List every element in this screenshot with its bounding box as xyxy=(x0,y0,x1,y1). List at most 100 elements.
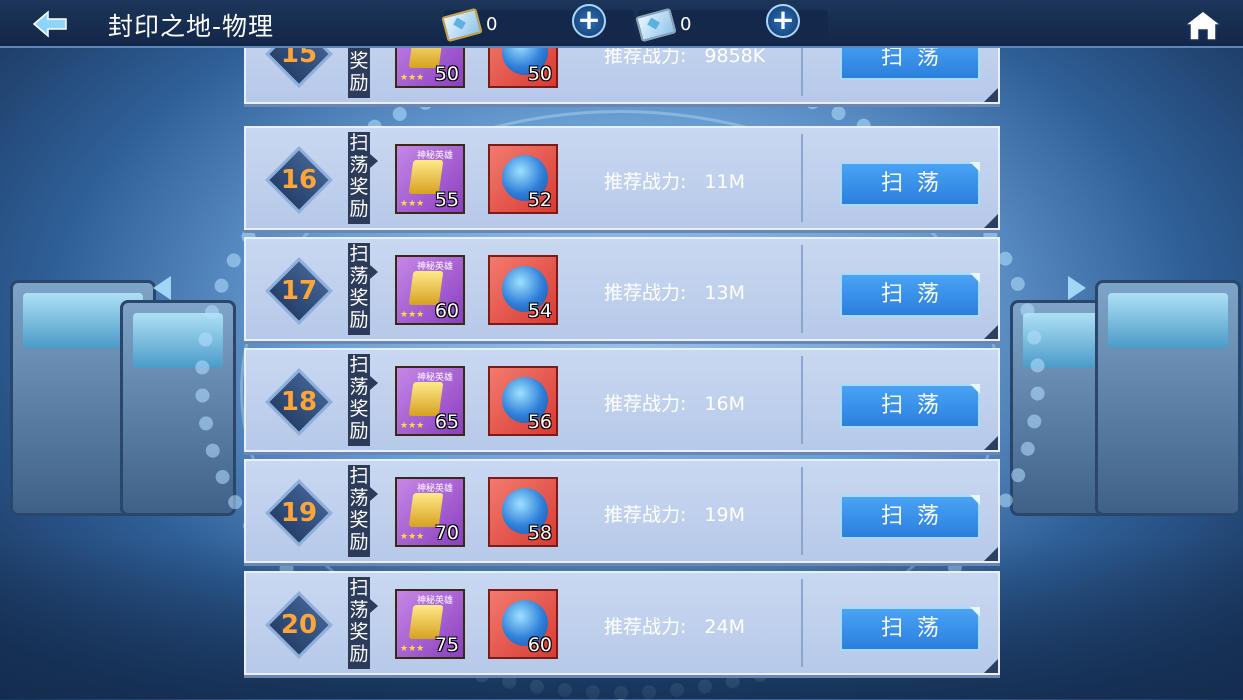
right-console xyxy=(1010,300,1126,516)
gem-reward[interactable]: 58 xyxy=(488,477,558,547)
top-bar: 封印之地-物理 0 + 0 + xyxy=(0,0,1243,48)
gem-reward-count: 52 xyxy=(527,189,552,211)
divider xyxy=(801,245,803,333)
hero-reward-count: 70 xyxy=(434,522,459,544)
back-button[interactable] xyxy=(30,8,70,40)
row-corner-decoration xyxy=(984,214,998,228)
stage-level-badge: 18 xyxy=(264,367,334,437)
sweep-button[interactable]: 扫荡 xyxy=(840,48,980,80)
power-value: 16M xyxy=(704,393,745,415)
power-value: 13M xyxy=(704,282,745,304)
divider xyxy=(801,48,803,96)
recommended-power: 推荐战力: 19M xyxy=(604,500,745,527)
power-label: 推荐战力: xyxy=(604,171,687,193)
star-rating-icon: ★★★ xyxy=(400,644,425,654)
power-value: 11M xyxy=(704,171,745,193)
silver-ticket-icon xyxy=(635,7,677,43)
power-label: 推荐战力: xyxy=(604,48,687,67)
stage-level-number: 15 xyxy=(280,48,318,69)
reward-tag: 扫荡奖励 xyxy=(348,132,378,224)
sweep-button[interactable]: 扫荡 xyxy=(840,607,980,651)
divider xyxy=(801,579,803,667)
sweep-button[interactable]: 扫荡 xyxy=(840,384,980,428)
gem-reward-count: 50 xyxy=(527,63,552,85)
gem-reward[interactable]: 54 xyxy=(488,255,558,325)
reward-tag: 扫荡奖励 xyxy=(348,354,378,446)
gem-reward[interactable]: 56 xyxy=(488,366,558,436)
hero-reward-count: 75 xyxy=(434,634,459,656)
gem-reward[interactable]: 50 xyxy=(488,48,558,88)
stage-level-badge: 15 xyxy=(264,48,334,89)
add-gold-ticket-button[interactable]: + xyxy=(572,4,606,38)
power-label: 推荐战力: xyxy=(604,282,687,304)
reward-tag: 扫荡奖励 xyxy=(348,465,378,557)
gem-reward-count: 60 xyxy=(527,634,552,656)
divider xyxy=(801,467,803,555)
hero-reward-count: 60 xyxy=(434,300,459,322)
stage-level-number: 18 xyxy=(280,387,318,417)
stage-level-badge: 20 xyxy=(264,590,334,660)
home-icon xyxy=(1182,10,1224,41)
gem-reward-count: 56 xyxy=(527,411,552,433)
left-console xyxy=(10,280,156,516)
mystery-hero-reward[interactable]: 神秘英雄 ★★★ 50 xyxy=(395,48,465,88)
stage-level-badge: 16 xyxy=(264,145,334,215)
stage-list[interactable]: 15 扫荡奖励 神秘英雄 ★★★ 50 50 推荐战力: 9858K 扫荡 16 … xyxy=(244,48,1000,678)
mystery-hero-reward[interactable]: 神秘英雄 ★★★ 70 xyxy=(395,477,465,547)
scroll-left-arrow-icon[interactable] xyxy=(153,276,171,300)
gold-ticket-count: 0 xyxy=(486,14,498,35)
add-silver-ticket-button[interactable]: + xyxy=(766,4,800,38)
stage-row: 18 扫荡奖励 神秘英雄 ★★★ 65 56 推荐战力: 16M 扫荡 xyxy=(244,348,1000,452)
back-arrow-icon xyxy=(32,10,67,38)
home-button[interactable] xyxy=(1182,8,1224,42)
recommended-power: 推荐战力: 16M xyxy=(604,389,745,416)
mystery-hero-reward[interactable]: 神秘英雄 ★★★ 65 xyxy=(395,366,465,436)
divider xyxy=(801,134,803,222)
reward-tag: 扫荡奖励 xyxy=(348,48,370,98)
sweep-button[interactable]: 扫荡 xyxy=(840,495,980,539)
row-corner-decoration xyxy=(984,436,998,450)
divider xyxy=(801,356,803,444)
stage-level-number: 16 xyxy=(280,165,318,195)
row-corner-decoration xyxy=(984,659,998,673)
hero-reward-count: 65 xyxy=(434,411,459,433)
sweep-button[interactable]: 扫荡 xyxy=(840,273,980,317)
star-rating-icon: ★★★ xyxy=(400,532,425,542)
power-label: 推荐战力: xyxy=(604,616,687,638)
recommended-power: 推荐战力: 13M xyxy=(604,278,745,305)
star-rating-icon: ★★★ xyxy=(400,199,425,209)
recommended-power: 推荐战力: 24M xyxy=(604,612,745,639)
row-corner-decoration xyxy=(984,88,998,102)
mystery-hero-reward[interactable]: 神秘英雄 ★★★ 75 xyxy=(395,589,465,659)
stage-row: 19 扫荡奖励 神秘英雄 ★★★ 70 58 推荐战力: 19M 扫荡 xyxy=(244,459,1000,563)
page-title: 封印之地-物理 xyxy=(108,12,275,41)
mystery-hero-reward[interactable]: 神秘英雄 ★★★ 55 xyxy=(395,144,465,214)
stage-level-number: 20 xyxy=(280,610,318,640)
power-value: 24M xyxy=(704,616,745,638)
silver-ticket-count: 0 xyxy=(680,14,692,35)
reward-tag: 扫荡奖励 xyxy=(348,577,378,669)
star-rating-icon: ★★★ xyxy=(400,421,425,431)
resource-silver-ticket: 0 + xyxy=(635,4,828,43)
mystery-hero-reward[interactable]: 神秘英雄 ★★★ 60 xyxy=(395,255,465,325)
left-console-2 xyxy=(120,300,236,516)
hero-reward-count: 55 xyxy=(434,189,459,211)
star-rating-icon: ★★★ xyxy=(400,73,425,83)
gem-reward[interactable]: 60 xyxy=(488,589,558,659)
row-corner-decoration xyxy=(984,325,998,339)
gem-reward[interactable]: 52 xyxy=(488,144,558,214)
stage-row: 17 扫荡奖励 神秘英雄 ★★★ 60 54 推荐战力: 13M 扫荡 xyxy=(244,237,1000,341)
power-value: 9858K xyxy=(704,48,766,67)
resource-gold-ticket: 0 + xyxy=(441,4,634,43)
stage-row: 20 扫荡奖励 神秘英雄 ★★★ 75 60 推荐战力: 24M 扫荡 xyxy=(244,571,1000,675)
hero-reward-count: 50 xyxy=(434,63,459,85)
stage-level-number: 19 xyxy=(280,498,318,528)
reward-tag: 扫荡奖励 xyxy=(348,243,378,335)
gem-reward-count: 54 xyxy=(527,300,552,322)
recommended-power: 推荐战力: 11M xyxy=(604,167,745,194)
scroll-right-arrow-icon[interactable] xyxy=(1068,276,1086,300)
sweep-button[interactable]: 扫荡 xyxy=(840,162,980,206)
gold-ticket-icon xyxy=(441,7,483,43)
gem-reward-count: 58 xyxy=(527,522,552,544)
recommended-power: 推荐战力: 9858K xyxy=(604,48,765,68)
